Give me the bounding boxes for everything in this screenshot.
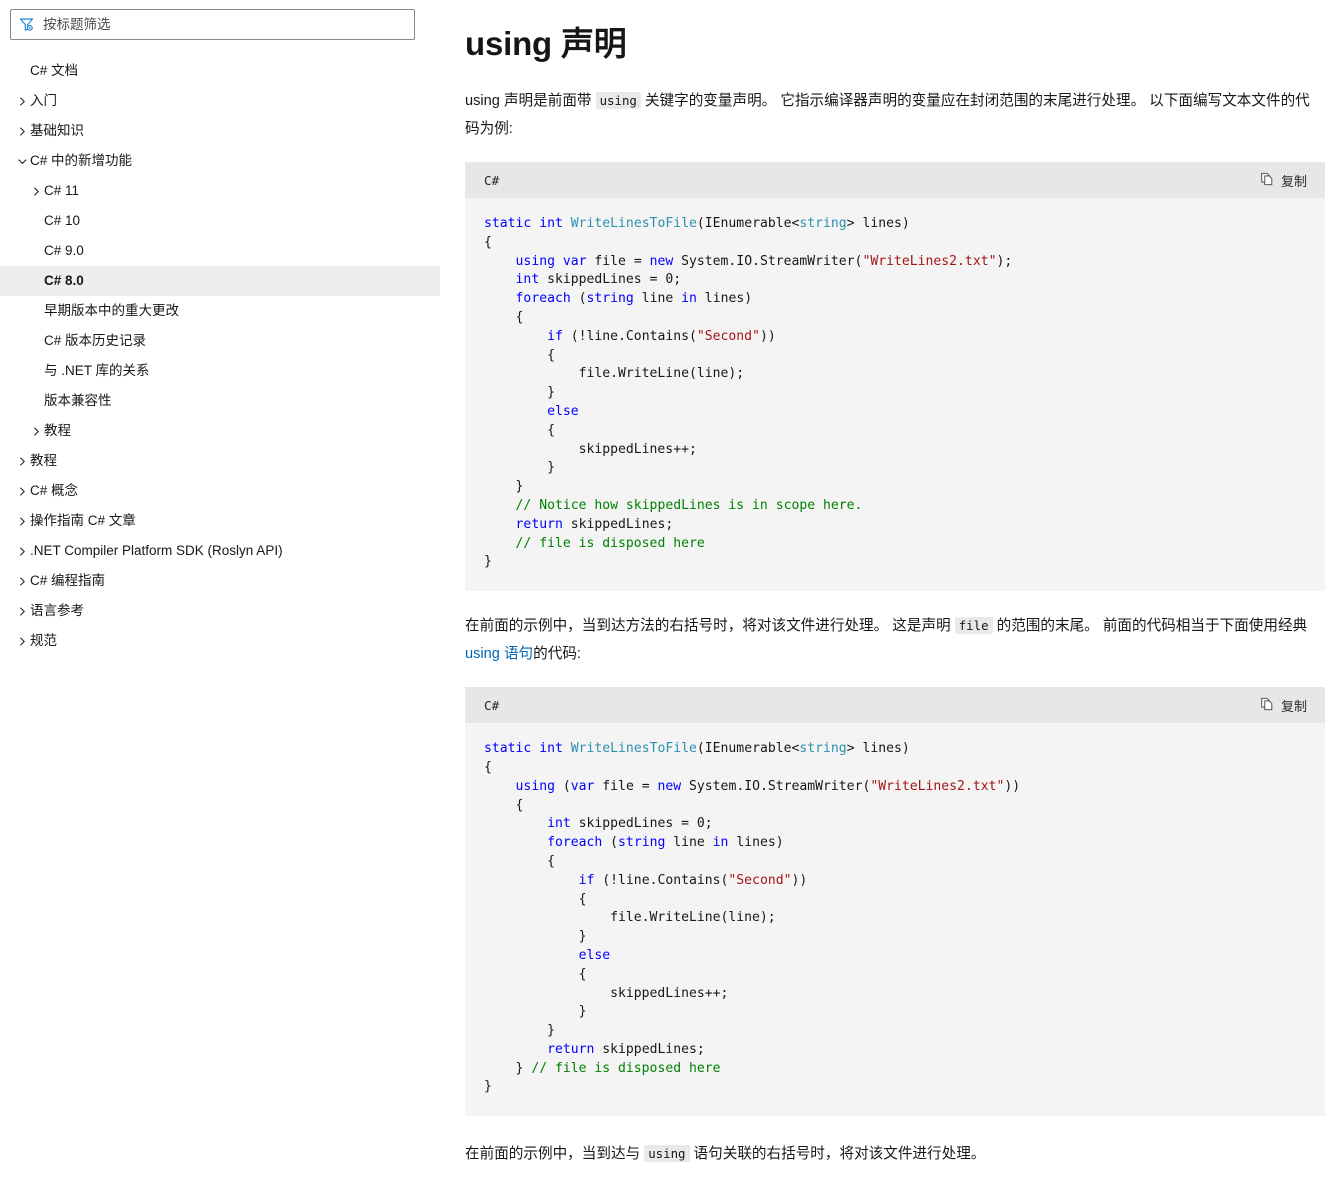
chevron-right-icon[interactable] [14, 453, 30, 469]
inline-code-using-2: using [644, 1145, 690, 1163]
sidebar-item-0[interactable]: C# 文档 [0, 56, 440, 86]
sidebar-nav: C# 文档入门基础知识 C# 中的新增功能 C# 11 C# 10 C# 9.0 C# 8… [0, 56, 440, 656]
code-block-2-body: static int WriteLinesToFile(IEnumerable<… [465, 723, 1325, 1117]
page-title: using 声明 [465, 25, 627, 62]
filter-box[interactable] [10, 9, 415, 40]
paragraph-2: 在前面的示例中，当到达方法的右括号时，将对该文件进行处理。 这是声明 file … [465, 612, 1320, 668]
chevron-placeholder-icon [28, 243, 44, 259]
chevron-placeholder-icon [28, 273, 44, 289]
sidebar-item-label: C# 中的新增功能 [30, 153, 133, 168]
sidebar-item-label: 教程 [44, 423, 71, 438]
copy-icon [1260, 172, 1274, 189]
code-block-2-language: C# [484, 697, 500, 713]
inline-code-using: using [595, 92, 641, 109]
chevron-right-icon[interactable] [14, 543, 30, 559]
sidebar-item-12[interactable]: 教程 [0, 416, 440, 446]
sidebar-item-label: 早期版本中的重大更改 [44, 303, 179, 318]
sidebar-item-label: 入门 [30, 93, 57, 108]
copy-icon [1260, 697, 1274, 714]
sidebar-item-label: 操作指南 C# 文章 [30, 513, 136, 528]
filter-input[interactable] [43, 14, 406, 35]
code-block-2: C# 复制 static int WriteLinesToFile(IEnume… [465, 687, 1325, 1117]
code-block-1-source[interactable]: static int WriteLinesToFile(IEnumerable<… [484, 215, 1306, 572]
sidebar-item-label: C# 概念 [30, 483, 79, 498]
sidebar-item-16[interactable]: .NET Compiler Platform SDK (Roslyn API) [0, 536, 440, 566]
sidebar-item-3[interactable]: C# 中的新增功能 [0, 146, 440, 176]
sidebar-item-15[interactable]: 操作指南 C# 文章 [0, 506, 440, 536]
para3-seg1: 在前面的示例中，当到达与 [465, 1146, 645, 1163]
sidebar-item-label: C# 8.0 [44, 273, 84, 288]
sidebar-item-8[interactable]: 早期版本中的重大更改 [0, 296, 440, 326]
chevron-right-icon[interactable] [14, 483, 30, 499]
page-root: C# 文档入门基础知识 C# 中的新增功能 C# 11 C# 10 C# 9.0 C# 8… [0, 0, 1333, 1179]
sidebar-item-label: C# 版本历史记录 [44, 333, 147, 348]
sidebar-item-14[interactable]: C# 概念 [0, 476, 440, 506]
chevron-placeholder-icon [28, 333, 44, 349]
main-content: using 声明 using 声明是前面带 using 关键字的变量声明。 它指… [440, 0, 1333, 1179]
para1-seg1: using 声明是前面带 [465, 93, 596, 109]
code-block-2-header: C# 复制 [465, 687, 1325, 724]
chevron-placeholder-icon [28, 363, 44, 379]
chevron-right-icon[interactable] [28, 423, 44, 439]
chevron-right-icon[interactable] [14, 573, 30, 589]
sidebar-item-9[interactable]: C# 版本历史记录 [0, 326, 440, 356]
copy-button-2-label: 复制 [1280, 698, 1307, 714]
code-block-1-body: static int WriteLinesToFile(IEnumerable<… [465, 198, 1325, 592]
sidebar-item-6[interactable]: C# 9.0 [0, 236, 440, 266]
sidebar-item-label: 基础知识 [30, 123, 84, 138]
sidebar-item-label: .NET Compiler Platform SDK (Roslyn API) [30, 543, 283, 558]
sidebar-item-4[interactable]: C# 11 [0, 176, 440, 206]
sidebar-item-label: 语言参考 [30, 603, 84, 618]
copy-button-1[interactable]: 复制 [1256, 169, 1311, 192]
code-block-2-source[interactable]: static int WriteLinesToFile(IEnumerable<… [484, 740, 1306, 1097]
copy-button-2[interactable]: 复制 [1256, 694, 1311, 717]
sidebar-item-label: C# 11 [44, 183, 80, 198]
sidebar-item-label: 与 .NET 库的关系 [44, 363, 150, 378]
sidebar-item-17[interactable]: C# 编程指南 [0, 566, 440, 596]
code-block-1-header: C# 复制 [465, 162, 1325, 198]
sidebar-item-7[interactable]: C# 8.0 [0, 266, 440, 296]
code-block-1-language: C# [484, 172, 500, 188]
sidebar-item-label: C# 编程指南 [30, 573, 106, 588]
sidebar-item-1[interactable]: 入门 [0, 86, 440, 116]
code-block-1: C# 复制 static int WriteLinesToFile(IEnume… [465, 162, 1325, 592]
sidebar-item-label: 规范 [30, 633, 57, 648]
para2-seg2: 的范围的末尾。 前面的代码相当于下面使用经典 [992, 618, 1308, 635]
para3-seg2: 语句关联的右括号时，将对该文件进行处理。 [689, 1146, 986, 1163]
chevron-right-icon[interactable] [14, 603, 30, 619]
filter-settings-icon [19, 17, 34, 32]
chevron-placeholder-icon [28, 303, 44, 319]
sidebar-item-13[interactable]: 教程 [0, 446, 440, 476]
sidebar-item-label: 教程 [30, 453, 57, 468]
chevron-placeholder-icon [28, 213, 44, 229]
inline-code-file: file [954, 617, 993, 635]
paragraph-1: using 声明是前面带 using 关键字的变量声明。 它指示编译器声明的变量… [465, 87, 1320, 143]
sidebar-item-10[interactable]: 与 .NET 库的关系 [0, 356, 440, 386]
copy-button-1-label: 复制 [1280, 173, 1307, 189]
para2-seg1: 在前面的示例中，当到达方法的右括号时，将对该文件进行处理。 这是声明 [465, 618, 955, 635]
sidebar-item-18[interactable]: 语言参考 [0, 596, 440, 626]
sidebar-item-label: 版本兼容性 [44, 393, 112, 408]
sidebar-item-label: C# 文档 [30, 63, 79, 78]
sidebar-item-label: C# 10 [44, 213, 81, 228]
link-using-statement[interactable]: using 语句 [465, 646, 533, 662]
chevron-right-icon[interactable] [14, 93, 30, 109]
sidebar-item-11[interactable]: 版本兼容性 [0, 386, 440, 416]
chevron-placeholder-icon [28, 393, 44, 409]
chevron-down-icon[interactable] [14, 153, 30, 169]
sidebar-item-label: C# 9.0 [44, 243, 84, 258]
sidebar: C# 文档入门基础知识 C# 中的新增功能 C# 11 C# 10 C# 9.0 C# 8… [0, 0, 440, 1179]
para2-seg3: 的代码: [533, 646, 581, 663]
chevron-right-icon[interactable] [14, 123, 30, 139]
chevron-placeholder-icon [14, 63, 30, 79]
filter-container [0, 0, 440, 40]
paragraph-3: 在前面的示例中，当到达与 using 语句关联的右括号时，将对该文件进行处理。 [465, 1140, 1320, 1168]
sidebar-item-5[interactable]: C# 10 [0, 206, 440, 236]
sidebar-item-19[interactable]: 规范 [0, 626, 440, 656]
chevron-right-icon[interactable] [14, 633, 30, 649]
chevron-right-icon[interactable] [14, 513, 30, 529]
sidebar-item-2[interactable]: 基础知识 [0, 116, 440, 146]
chevron-right-icon[interactable] [28, 183, 44, 199]
